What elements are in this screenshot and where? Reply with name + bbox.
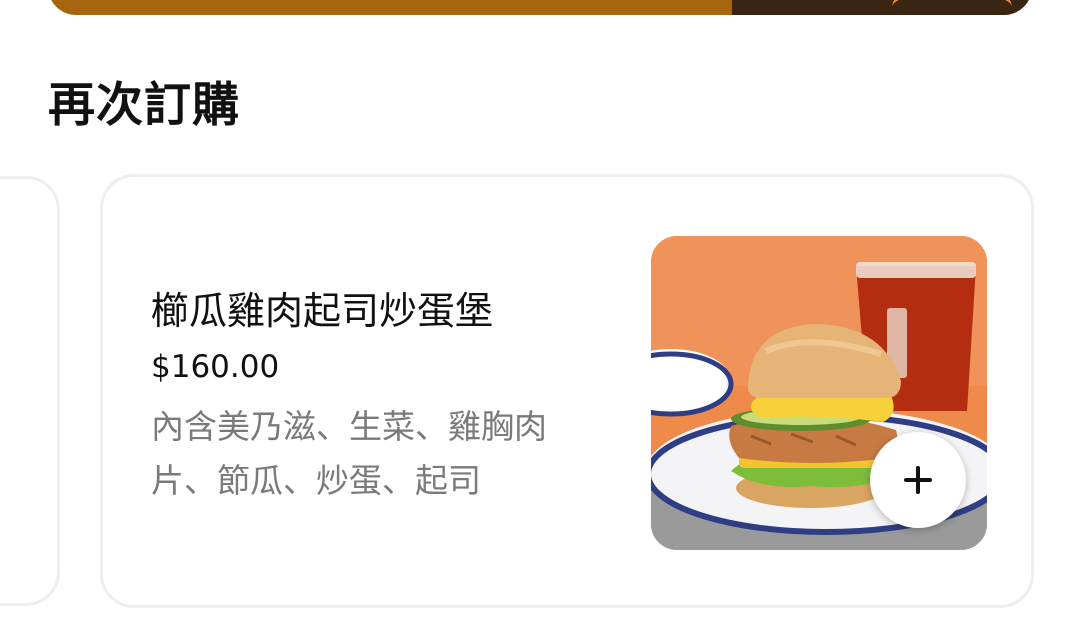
- item-price: $160.00: [151, 349, 280, 385]
- item-name: 櫛瓜雞肉起司炒蛋堡: [151, 289, 494, 333]
- previous-item-card[interactable]: [0, 176, 60, 606]
- item-description: 內含美乃滋、生菜、雞胸肉片、節瓜、炒蛋、起司: [151, 407, 547, 500]
- promo-banner[interactable]: [48, 0, 1032, 15]
- reorder-page: 再次訂購 櫛瓜雞肉起司炒蛋堡 $160.00 內含美乃滋、生菜、雞胸肉片、節瓜、…: [0, 0, 1080, 639]
- section-title: 再次訂購: [48, 78, 240, 133]
- plus-icon: [904, 466, 932, 494]
- menu-item-card[interactable]: 櫛瓜雞肉起司炒蛋堡 $160.00 內含美乃滋、生菜、雞胸肉片、節瓜、炒蛋、起司: [100, 174, 1034, 608]
- add-to-cart-button[interactable]: [870, 432, 966, 528]
- promo-banner-decoration: [892, 0, 1012, 15]
